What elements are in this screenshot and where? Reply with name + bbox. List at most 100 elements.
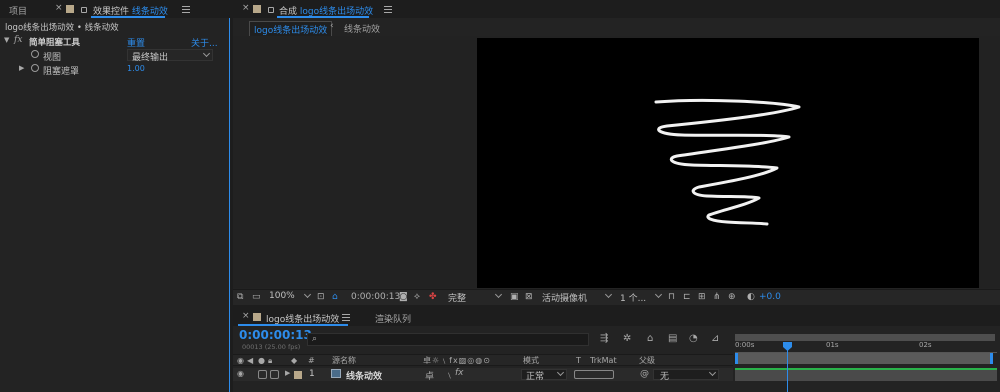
region-of-interest-icon[interactable]: ▣ — [510, 290, 519, 304]
fx-icon[interactable]: fx — [14, 35, 22, 45]
timeline-icon[interactable]: ⊞ — [698, 290, 706, 304]
views-dropdown[interactable]: 1 个... — [618, 290, 664, 304]
work-area-start-handle[interactable] — [735, 353, 738, 364]
spiral-stroke — [654, 98, 801, 226]
3d-renderer-icon[interactable]: ⊕ — [728, 290, 736, 304]
camera-dropdown[interactable]: 活动摄像机 — [540, 290, 614, 304]
color-channels-icon[interactable]: ✤ — [429, 290, 437, 304]
choke-value[interactable]: 1.00 — [127, 64, 145, 73]
viewer-timecode[interactable]: 0:00:00:13 — [351, 292, 400, 302]
stopwatch-icon[interactable] — [31, 64, 39, 72]
subtab-other[interactable]: 线条动效 — [344, 22, 380, 35]
camera-snapshot-icon[interactable]: ◙ — [399, 290, 408, 304]
timeline-timecode[interactable]: 0:00:00:13 — [239, 328, 312, 342]
transparency-grid-icon[interactable]: ⊠ — [525, 290, 533, 304]
property-row-choke: ▶ 阻塞遮罩 1.00 — [0, 63, 222, 77]
column-number: # — [308, 356, 315, 365]
chevron-down-icon — [604, 290, 613, 299]
lock-switch[interactable] — [270, 370, 279, 379]
motion-blur-icon[interactable]: ◔ — [689, 333, 698, 344]
precomp-icon — [331, 369, 341, 378]
solo-toggle-icon[interactable]: ● — [258, 355, 265, 367]
show-snapshot-icon[interactable]: ⟡ — [414, 290, 420, 304]
expand-triangle-icon[interactable]: ▶ — [285, 369, 290, 377]
parent-pickwhip-icon[interactable]: @ — [640, 369, 649, 379]
chevron-down-icon — [494, 290, 503, 299]
lock-icon[interactable] — [81, 7, 87, 13]
property-label: 视图 — [43, 53, 62, 63]
eye-icon[interactable]: ◉ — [237, 369, 244, 378]
layer-name[interactable]: 线条动效 — [346, 369, 382, 382]
column-source-name[interactable]: 源名称 — [332, 355, 356, 367]
close-icon[interactable]: × — [242, 311, 250, 321]
composition-panel: × 合成 logo线条出场动效 logo线条出场动效 ‹ 线条动效 ⧉ ▭ 10… — [233, 0, 1000, 305]
breadcrumb: logo线条出场动效 • 线条动效 — [5, 23, 119, 33]
panel-menu-icon[interactable] — [342, 314, 350, 321]
comp-viewer[interactable] — [233, 36, 1000, 288]
frame-info: 00013 (25.00 fps) — [242, 343, 301, 351]
draft-3d-icon[interactable]: ✲ — [623, 333, 631, 344]
layer-number: 1 — [309, 369, 315, 379]
layer-row[interactable]: ◉ ▶ 1 线条动效 卓 ﹨ fx 正常 @ 无 — [233, 368, 733, 382]
subtab-arrow-icon: ‹ — [330, 21, 334, 31]
flowchart-icon[interactable]: ⋔ — [713, 290, 721, 304]
comp-mini-flowchart-icon[interactable]: ⇶ — [600, 333, 608, 344]
viewer-toolbar: ⧉ ▭ 100% ⊡ ⌂ 0:00:00:13 ◙ ⟡ ✤ 完整 ▣ ⊠ 活动摄… — [233, 289, 1000, 305]
close-icon[interactable]: × — [242, 3, 250, 13]
quality-switch-icon[interactable]: ﹨ — [445, 368, 454, 381]
fx-switch-icon[interactable]: fx — [455, 368, 464, 378]
exposure-value[interactable]: +0.0 — [759, 292, 781, 302]
audio-switch[interactable] — [258, 370, 267, 379]
expand-triangle-icon[interactable]: ▶ — [19, 64, 24, 72]
column-mode: 模式 — [523, 356, 539, 365]
panel-menu-icon[interactable] — [383, 6, 392, 13]
comp-tab-strip: × 合成 logo线条出场动效 — [233, 0, 1000, 18]
layer-duration-bar[interactable] — [735, 353, 993, 364]
lock-icon[interactable] — [268, 7, 274, 13]
property-label: 阻塞遮罩 — [43, 67, 80, 77]
collapse-switch-icon[interactable]: 卓 — [425, 369, 434, 382]
layer-search-input[interactable]: ⌕ — [307, 333, 589, 346]
reset-link[interactable]: 重置 — [127, 36, 145, 49]
about-link[interactable]: 关于... — [191, 36, 218, 49]
mask-visibility-icon[interactable]: ⌂ — [332, 290, 338, 304]
view-dropdown[interactable]: 最终输出 — [127, 49, 213, 63]
audio-toggle-icon[interactable]: ◀ — [247, 355, 253, 367]
ruler-label-0: 0:00s — [735, 341, 755, 349]
expand-triangle-icon[interactable]: ▼ — [4, 36, 9, 44]
fast-previews-icon[interactable]: ⊏ — [683, 290, 691, 304]
work-area-bar[interactable] — [735, 334, 995, 341]
fit-icon[interactable]: ⊡ — [317, 290, 325, 304]
close-icon[interactable]: × — [55, 3, 63, 13]
graph-editor-icon[interactable]: ⊿ — [711, 333, 719, 344]
layer-mode-dropdown[interactable]: 正常 — [521, 368, 567, 382]
always-preview-icon[interactable]: ⧉ — [237, 290, 243, 304]
tab-project[interactable]: 项目 — [9, 4, 27, 17]
lock-column-icon[interactable]: 🔒︎ — [268, 355, 272, 367]
stopwatch-icon[interactable] — [31, 50, 39, 58]
work-area-end-handle[interactable] — [990, 353, 993, 364]
exposure-reset-icon[interactable]: ◐ — [747, 290, 755, 304]
parent-dropdown[interactable]: 无 — [653, 368, 719, 382]
layer-mode-value: 正常 — [526, 372, 545, 382]
property-row-view: 视图 最终输出 — [0, 49, 222, 63]
tab-render-queue[interactable]: 渲染队列 — [375, 312, 411, 325]
ruler-label-1: 01s — [826, 341, 839, 349]
video-toggle-icon[interactable]: ◉ — [237, 355, 244, 367]
panel-menu-icon[interactable] — [181, 6, 190, 13]
comp-canvas[interactable] — [477, 38, 979, 288]
label-column-icon[interactable]: ◆ — [291, 355, 297, 367]
frame-blending-icon[interactable]: ▤ — [668, 333, 677, 344]
resolution-dropdown[interactable]: 完整 — [446, 290, 504, 304]
zoom-dropdown[interactable]: 100% — [267, 290, 313, 303]
toggle-pixel-aspect-icon[interactable]: ⊓ — [668, 290, 675, 304]
monitor-icon[interactable]: ▭ — [252, 290, 261, 304]
trkmat-dropdown[interactable] — [574, 370, 614, 379]
layer-track-bar[interactable] — [735, 368, 997, 381]
effect-row[interactable]: ▼ fx 简单阻塞工具 重置 关于... — [0, 35, 222, 49]
active-tab-underline — [238, 324, 348, 326]
shy-layers-icon[interactable]: ⌂ — [647, 333, 653, 344]
views-value: 1 个... — [620, 294, 647, 304]
time-ruler[interactable]: 0:00s 01s 02s — [735, 328, 1000, 392]
layer-label-swatch[interactable] — [294, 371, 302, 379]
